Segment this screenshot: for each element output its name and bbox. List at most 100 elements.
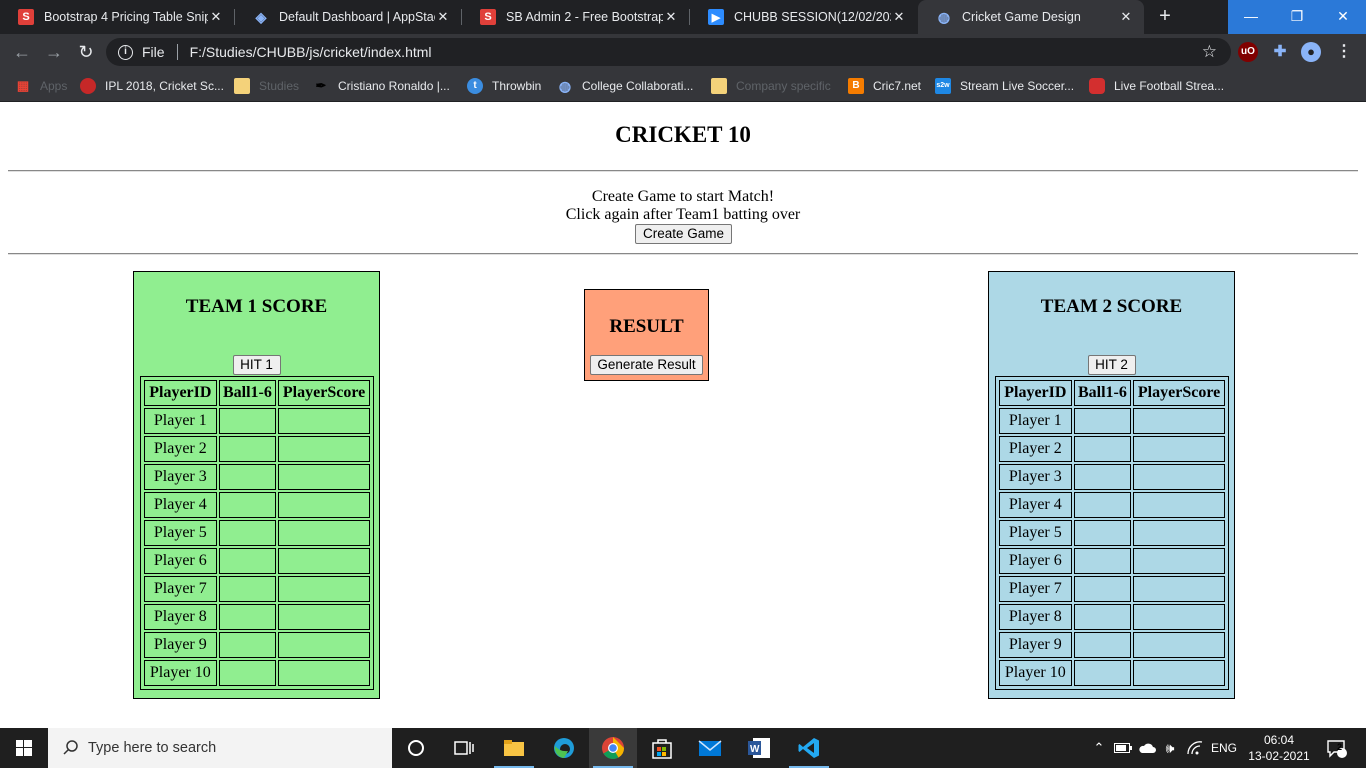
tab-title: SB Admin 2 - Free Bootstrap A bbox=[506, 10, 663, 24]
bookmark-throwbin[interactable]: t Throwbin bbox=[467, 76, 541, 96]
bookmark-stream-soccer[interactable]: s2w Stream Live Soccer... bbox=[935, 76, 1074, 96]
balls-cell bbox=[1073, 464, 1132, 490]
player-id-cell: Player 5 bbox=[144, 520, 217, 546]
pen-icon: ✒ bbox=[315, 78, 327, 93]
score-cell bbox=[1133, 492, 1225, 518]
windows-start-icon[interactable] bbox=[0, 728, 48, 768]
notifications-icon[interactable]: 2 bbox=[1318, 728, 1354, 768]
tab-chubb-session[interactable]: ▶ CHUBB SESSION(12/02/2021) - ✕ bbox=[690, 0, 917, 34]
create-game-button[interactable]: Create Game bbox=[635, 224, 733, 244]
bookmark-live-football[interactable]: Live Football Strea... bbox=[1089, 76, 1224, 96]
tab-cricket-game-design[interactable]: ◍ Cricket Game Design ✕ bbox=[918, 0, 1144, 34]
reload-icon[interactable]: ↻ bbox=[74, 40, 98, 64]
extensions-puzzle-icon[interactable]: ✚ bbox=[1270, 42, 1290, 62]
video-icon: ▶ bbox=[708, 9, 724, 25]
tab-sb-admin[interactable]: S SB Admin 2 - Free Bootstrap A ✕ bbox=[462, 0, 689, 34]
word-icon[interactable]: W bbox=[735, 728, 783, 768]
onedrive-cloud-icon[interactable] bbox=[1136, 728, 1158, 768]
bookmark-college[interactable]: ◍ College Collaborati... bbox=[557, 76, 694, 96]
task-view-icon[interactable] bbox=[440, 728, 488, 768]
table-row: Player 1 bbox=[999, 408, 1225, 434]
new-tab-plus-icon[interactable]: + bbox=[1154, 5, 1176, 27]
bookmark-folder-company[interactable]: Company specific bbox=[711, 76, 831, 96]
info-icon[interactable]: i bbox=[118, 44, 133, 60]
bookmark-folder-studies[interactable]: Studies bbox=[234, 76, 299, 96]
player-id-cell: Player 3 bbox=[144, 464, 217, 490]
s2w-icon: s2w bbox=[935, 78, 951, 94]
show-hidden-icons-chevron[interactable]: ⌃ bbox=[1089, 728, 1109, 768]
cortana-circle-icon[interactable] bbox=[392, 728, 440, 768]
close-tab-icon[interactable]: ✕ bbox=[663, 9, 679, 25]
player-id-cell: Player 1 bbox=[144, 408, 217, 434]
url-text: F:/Studies/CHUBB/js/cricket/index.html bbox=[189, 44, 432, 60]
score-cell bbox=[1133, 660, 1225, 686]
bookmark-cric7[interactable]: B Cric7.net bbox=[848, 76, 921, 96]
vscode-icon[interactable] bbox=[785, 728, 833, 768]
clock[interactable]: 06:04 13-02-2021 bbox=[1248, 732, 1310, 764]
back-arrow-icon[interactable]: ← bbox=[10, 40, 34, 64]
bookmark-ipl[interactable]: IPL 2018, Cricket Sc... bbox=[80, 76, 224, 96]
volume-icon[interactable]: 🕪 bbox=[1159, 728, 1181, 768]
notification-count: 2 bbox=[1337, 742, 1343, 752]
restore-icon[interactable]: ❐ bbox=[1274, 0, 1320, 34]
score-cell bbox=[278, 632, 370, 658]
chrome-icon[interactable] bbox=[589, 728, 637, 768]
profile-avatar-icon[interactable]: ● bbox=[1301, 42, 1321, 62]
ublock-icon[interactable]: uO bbox=[1238, 42, 1258, 62]
divider bbox=[8, 170, 1358, 172]
menu-kebab-icon[interactable]: ⋮ bbox=[1334, 42, 1354, 62]
player-id-cell: Player 9 bbox=[999, 632, 1072, 658]
player-id-cell: Player 6 bbox=[144, 548, 217, 574]
tab-title: Default Dashboard | AppStack bbox=[279, 10, 435, 24]
instructions: Create Game to start Match! Click again … bbox=[0, 188, 1366, 224]
balls-cell bbox=[218, 576, 277, 602]
tab-title: Bootstrap 4 Pricing Table Snipp bbox=[44, 10, 208, 24]
balls-cell bbox=[218, 604, 277, 630]
store-bag-icon[interactable] bbox=[638, 728, 686, 768]
table-row: Player 3 bbox=[999, 464, 1225, 490]
close-tab-icon[interactable]: ✕ bbox=[891, 9, 907, 25]
instruction-line-2: Click again after Team1 batting over bbox=[565, 206, 801, 223]
hit-1-button[interactable]: HIT 1 bbox=[232, 355, 281, 375]
balls-cell bbox=[1073, 660, 1132, 686]
taskbar-search-box[interactable]: Type here to search bbox=[48, 728, 392, 768]
score-cell bbox=[278, 604, 370, 630]
table-row: Player 6 bbox=[999, 548, 1225, 574]
tab-title: Cricket Game Design bbox=[962, 10, 1081, 24]
close-tab-icon[interactable]: ✕ bbox=[208, 9, 224, 25]
balls-cell bbox=[1073, 632, 1132, 658]
folder-icon bbox=[234, 78, 250, 94]
battery-icon[interactable] bbox=[1112, 728, 1134, 768]
tab-appstack-dashboard[interactable]: ◈ Default Dashboard | AppStack ✕ bbox=[235, 0, 461, 34]
table-row: Player 8 bbox=[144, 604, 370, 630]
close-tab-icon[interactable]: ✕ bbox=[1118, 9, 1134, 25]
close-window-icon[interactable]: ✕ bbox=[1320, 0, 1366, 34]
bookmark-star-icon[interactable]: ☆ bbox=[1202, 42, 1217, 62]
result-panel: RESULT Generate Result bbox=[584, 289, 709, 381]
file-explorer-icon[interactable] bbox=[490, 728, 538, 768]
generate-result-button[interactable]: Generate Result bbox=[590, 355, 703, 375]
mail-icon[interactable] bbox=[686, 728, 734, 768]
language-indicator[interactable]: ENG bbox=[1208, 728, 1240, 768]
bookmark-cristiano[interactable]: ✒ Cristiano Ronaldo |... bbox=[313, 76, 450, 96]
hit-2-button[interactable]: HIT 2 bbox=[1087, 355, 1136, 375]
player-id-cell: Player 5 bbox=[999, 520, 1072, 546]
player-id-cell: Player 10 bbox=[144, 660, 217, 686]
minimize-icon[interactable]: — bbox=[1228, 0, 1274, 34]
tab-bootstrap-pricing[interactable]: S Bootstrap 4 Pricing Table Snipp ✕ bbox=[0, 0, 234, 34]
score-cell bbox=[278, 464, 370, 490]
score-cell bbox=[1133, 632, 1225, 658]
wifi-icon[interactable] bbox=[1184, 728, 1206, 768]
edge-browser-icon[interactable] bbox=[540, 728, 588, 768]
tab-title: CHUBB SESSION(12/02/2021) - bbox=[734, 10, 891, 24]
blogger-icon: B bbox=[848, 78, 864, 94]
forward-arrow-icon[interactable]: → bbox=[42, 40, 66, 64]
bookmark-apps[interactable]: ▦ Apps bbox=[15, 76, 68, 96]
score-cell bbox=[278, 408, 370, 434]
url-omnibox[interactable]: i File F:/Studies/CHUBB/js/cricket/index… bbox=[106, 38, 1231, 66]
player-id-cell: Player 10 bbox=[999, 660, 1072, 686]
balls-cell bbox=[218, 492, 277, 518]
score-cell bbox=[278, 576, 370, 602]
close-tab-icon[interactable]: ✕ bbox=[435, 9, 451, 25]
team-2-panel: TEAM 2 SCORE HIT 2 PlayerID Ball1-6 Play… bbox=[988, 271, 1235, 699]
